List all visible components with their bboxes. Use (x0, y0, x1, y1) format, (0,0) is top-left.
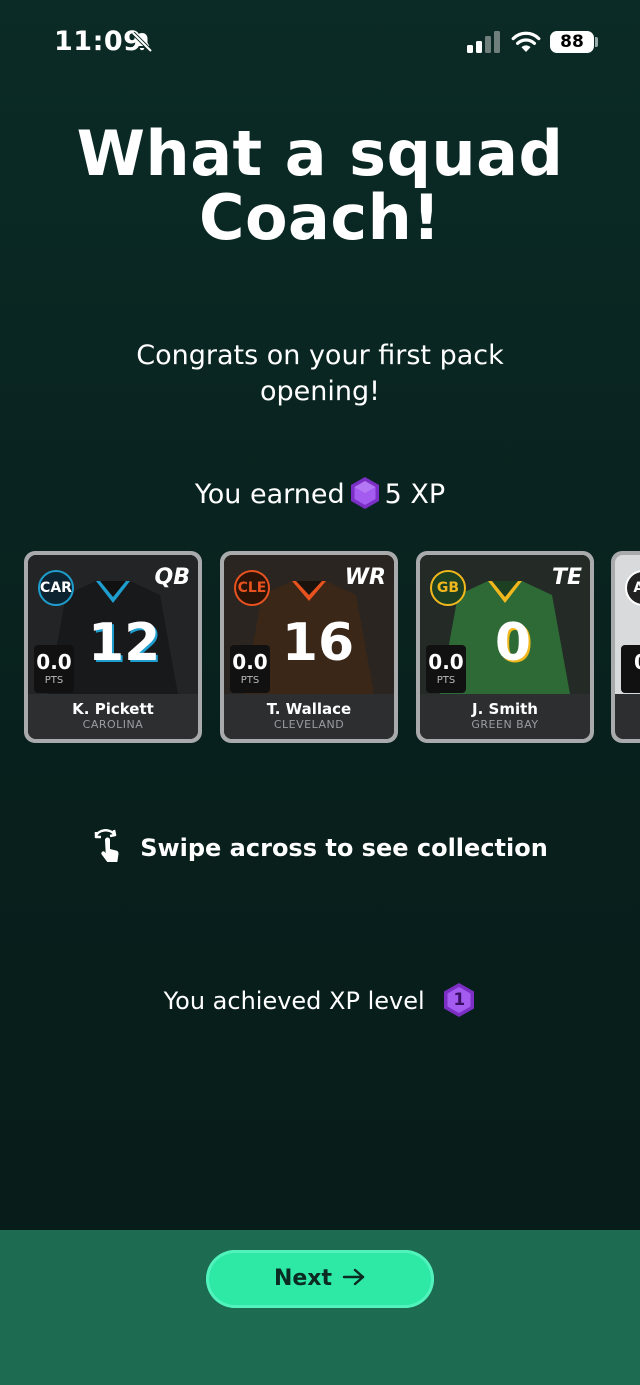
xp-hexagon-icon (350, 476, 379, 509)
player-name: J. Smith (472, 700, 538, 718)
swipe-hint: Swipe across to see collection (0, 828, 640, 868)
xp-earned-prefix: You earned (194, 479, 345, 510)
footer-bar: Next (0, 1230, 640, 1385)
subtitle-line-1: Congrats on your first pack (136, 340, 504, 371)
bell-muted-icon (131, 31, 153, 53)
player-card[interactable]: CAR QB 12 0.0 PTS K. Pickett CAROLINA (24, 551, 202, 743)
team-badge: CLE (234, 570, 270, 606)
player-card[interactable]: GB TE 0 0.0 PTS J. Smith GREEN BAY (416, 551, 594, 743)
xp-level-row: You achieved XP level 1 (0, 982, 640, 1020)
points-label: PTS (436, 675, 456, 686)
player-team: GREEN BAY (471, 718, 539, 731)
status-bar: 11:09 88 (0, 0, 640, 86)
player-team: CAROLINA (82, 718, 144, 731)
wifi-icon (511, 31, 541, 52)
points-label: PTS (240, 675, 260, 686)
xp-earned-row: You earned 5 XP (0, 476, 640, 514)
card-footer (615, 694, 640, 739)
player-card[interactable]: CLE WR 16 0.0 PTS T. Wallace CLEVELAND (220, 551, 398, 743)
jersey-number: 12 (88, 613, 161, 673)
xp-earned-amount: 5 XP (384, 479, 446, 510)
card-footer: T. Wallace CLEVELAND (224, 694, 394, 739)
player-card[interactable]: AT 0 (611, 551, 640, 743)
points-label: PTS (44, 675, 64, 686)
points-value: 0.0 (232, 650, 268, 674)
subtitle-line-2: opening! (260, 376, 380, 407)
player-name: T. Wallace (266, 700, 352, 718)
points-box: 0.0 PTS (230, 645, 270, 693)
player-team: CLEVELAND (273, 718, 345, 731)
jersey-number: 16 (281, 613, 355, 673)
headline-line-2: Coach! (198, 181, 442, 254)
points-box: 0.0 PTS (426, 645, 466, 693)
battery-tip (595, 37, 598, 47)
points-box: 0.0 PTS (34, 645, 74, 693)
points-value: 0.0 (428, 650, 464, 674)
next-button[interactable]: Next (206, 1250, 434, 1308)
xp-level-badge-icon: 1 (442, 982, 476, 1018)
card-carousel[interactable]: CAR QB 12 0.0 PTS K. Pickett CAROLINA CL… (0, 551, 640, 745)
points-value: 0.0 (36, 650, 72, 674)
position-label: TE (551, 565, 582, 590)
swipe-hint-text: Swipe across to see collection (140, 834, 548, 862)
cellular-signal-icon (467, 31, 500, 53)
xp-level-text: You achieved XP level (163, 987, 425, 1015)
points-box: 0 (621, 645, 640, 693)
card-footer: J. Smith GREEN BAY (420, 694, 590, 739)
xp-level-number: 1 (453, 990, 466, 1010)
position-label: QB (154, 565, 190, 590)
points-value: 0 (621, 649, 640, 675)
team-badge: GB (430, 570, 466, 606)
swipe-hand-icon (94, 829, 119, 862)
card-footer: K. Pickett CAROLINA (28, 694, 198, 739)
team-badge: CAR (38, 570, 74, 606)
subtitle: Congrats on your first pack opening! (120, 338, 520, 410)
battery-indicator: 88 (550, 31, 594, 53)
jersey-number: 0 (494, 613, 532, 673)
next-button-label: Next (273, 1266, 333, 1291)
player-name: K. Pickett (72, 700, 154, 718)
headline-line-1: What a squad (76, 117, 564, 190)
position-label: WR (344, 565, 386, 590)
arrow-right-icon (342, 1268, 365, 1286)
headline: What a squad Coach! (40, 122, 600, 250)
